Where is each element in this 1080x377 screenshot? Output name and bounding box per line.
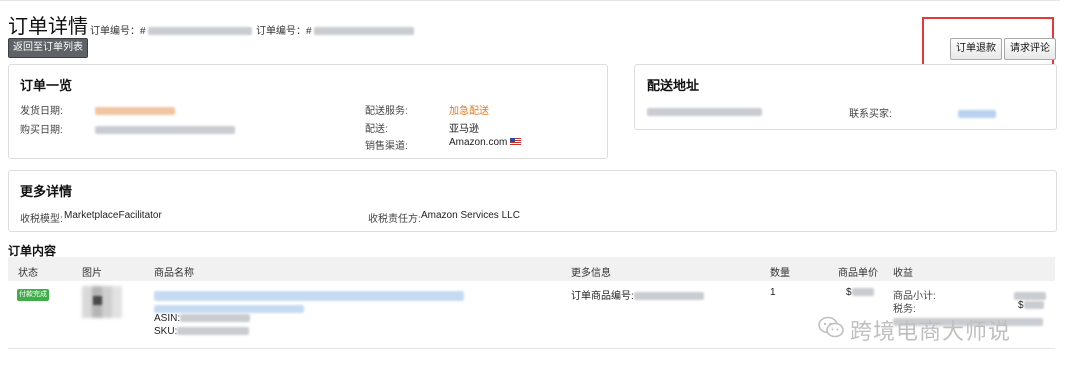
asin-label: ASIN: xyxy=(154,313,181,324)
shipping-service-value: 加急配送 xyxy=(449,106,489,117)
more-details-title: 更多详情 xyxy=(20,184,73,199)
column-product-name: 商品名称 xyxy=(154,268,194,279)
ship-date-label: 发货日期: xyxy=(20,106,63,117)
sales-channel-value: Amazon.com xyxy=(449,137,508,148)
order-overview-title: 订单一览 xyxy=(20,78,73,93)
top-divider xyxy=(0,0,1060,1)
refund-order-button[interactable]: 订单退款 xyxy=(950,38,1002,60)
order-number-redacted xyxy=(314,27,415,36)
purchase-date-label: 购买日期: xyxy=(20,125,63,136)
shipping-service-label: 配送服务: xyxy=(365,106,408,117)
ship-date-value xyxy=(95,102,175,120)
sku: SKU: xyxy=(154,326,250,337)
watermark-text: 跨境电商大师说 xyxy=(850,319,1012,344)
status-badge: 付款完成 xyxy=(17,289,49,301)
product-thumbnail-detail xyxy=(93,296,102,305)
tax-party-label: 收税责任方: xyxy=(368,214,421,225)
item-code: 订单商品编号: xyxy=(571,287,704,302)
tax-party-value: Amazon Services LLC xyxy=(421,210,520,221)
purchase-date-value xyxy=(95,121,235,139)
column-proceeds: 收益 xyxy=(893,268,913,279)
fulfillment-label: 配送: xyxy=(365,124,388,135)
sales-channel: Amazon.com xyxy=(449,137,522,148)
column-status: 状态 xyxy=(18,268,38,279)
unit-price: $ xyxy=(846,287,874,298)
quantity-value: 1 xyxy=(770,287,776,298)
order-number-redacted xyxy=(148,27,253,36)
unit-price-prefix: $ xyxy=(846,287,852,298)
wechat-icon xyxy=(818,316,844,338)
page-title: 订单详情 xyxy=(8,16,88,38)
more-details-panel xyxy=(8,170,1057,232)
contact-buyer-link[interactable] xyxy=(958,105,996,123)
tax-value: $ xyxy=(1018,300,1044,311)
tax-model-label: 收税模型: xyxy=(20,214,63,225)
bottom-divider xyxy=(8,348,1055,349)
order-number-2: 订单编号：# xyxy=(256,22,415,37)
us-flag-icon xyxy=(510,138,522,147)
column-quantity: 数量 xyxy=(770,268,790,279)
contact-buyer-label: 联系买家: xyxy=(849,109,892,120)
fulfillment-value: 亚马逊 xyxy=(449,124,479,135)
asin: ASIN: xyxy=(154,313,251,324)
item-code-label: 订单商品编号: xyxy=(571,291,634,302)
tax-prefix: $ xyxy=(1018,300,1024,311)
sku-label: SKU: xyxy=(154,326,178,337)
tax-model-value: MarketplaceFacilitator xyxy=(64,210,162,221)
address-value xyxy=(647,103,762,121)
column-image: 图片 xyxy=(82,268,102,279)
back-to-order-list-button[interactable]: 返回至订单列表 xyxy=(8,38,88,58)
shipping-address-title: 配送地址 xyxy=(647,78,700,93)
order-number-label: 订单编号：# xyxy=(256,26,312,37)
order-number-label: 订单编号：# xyxy=(90,26,146,37)
order-number-1: 订单编号：# xyxy=(90,22,253,37)
request-review-button[interactable]: 请求评论 xyxy=(1004,38,1056,60)
sales-channel-label: 销售渠道: xyxy=(365,141,408,152)
column-unit-price: 商品单价 xyxy=(838,268,878,279)
column-more-info: 更多信息 xyxy=(571,268,611,279)
product-thumbnail[interactable] xyxy=(82,286,122,318)
